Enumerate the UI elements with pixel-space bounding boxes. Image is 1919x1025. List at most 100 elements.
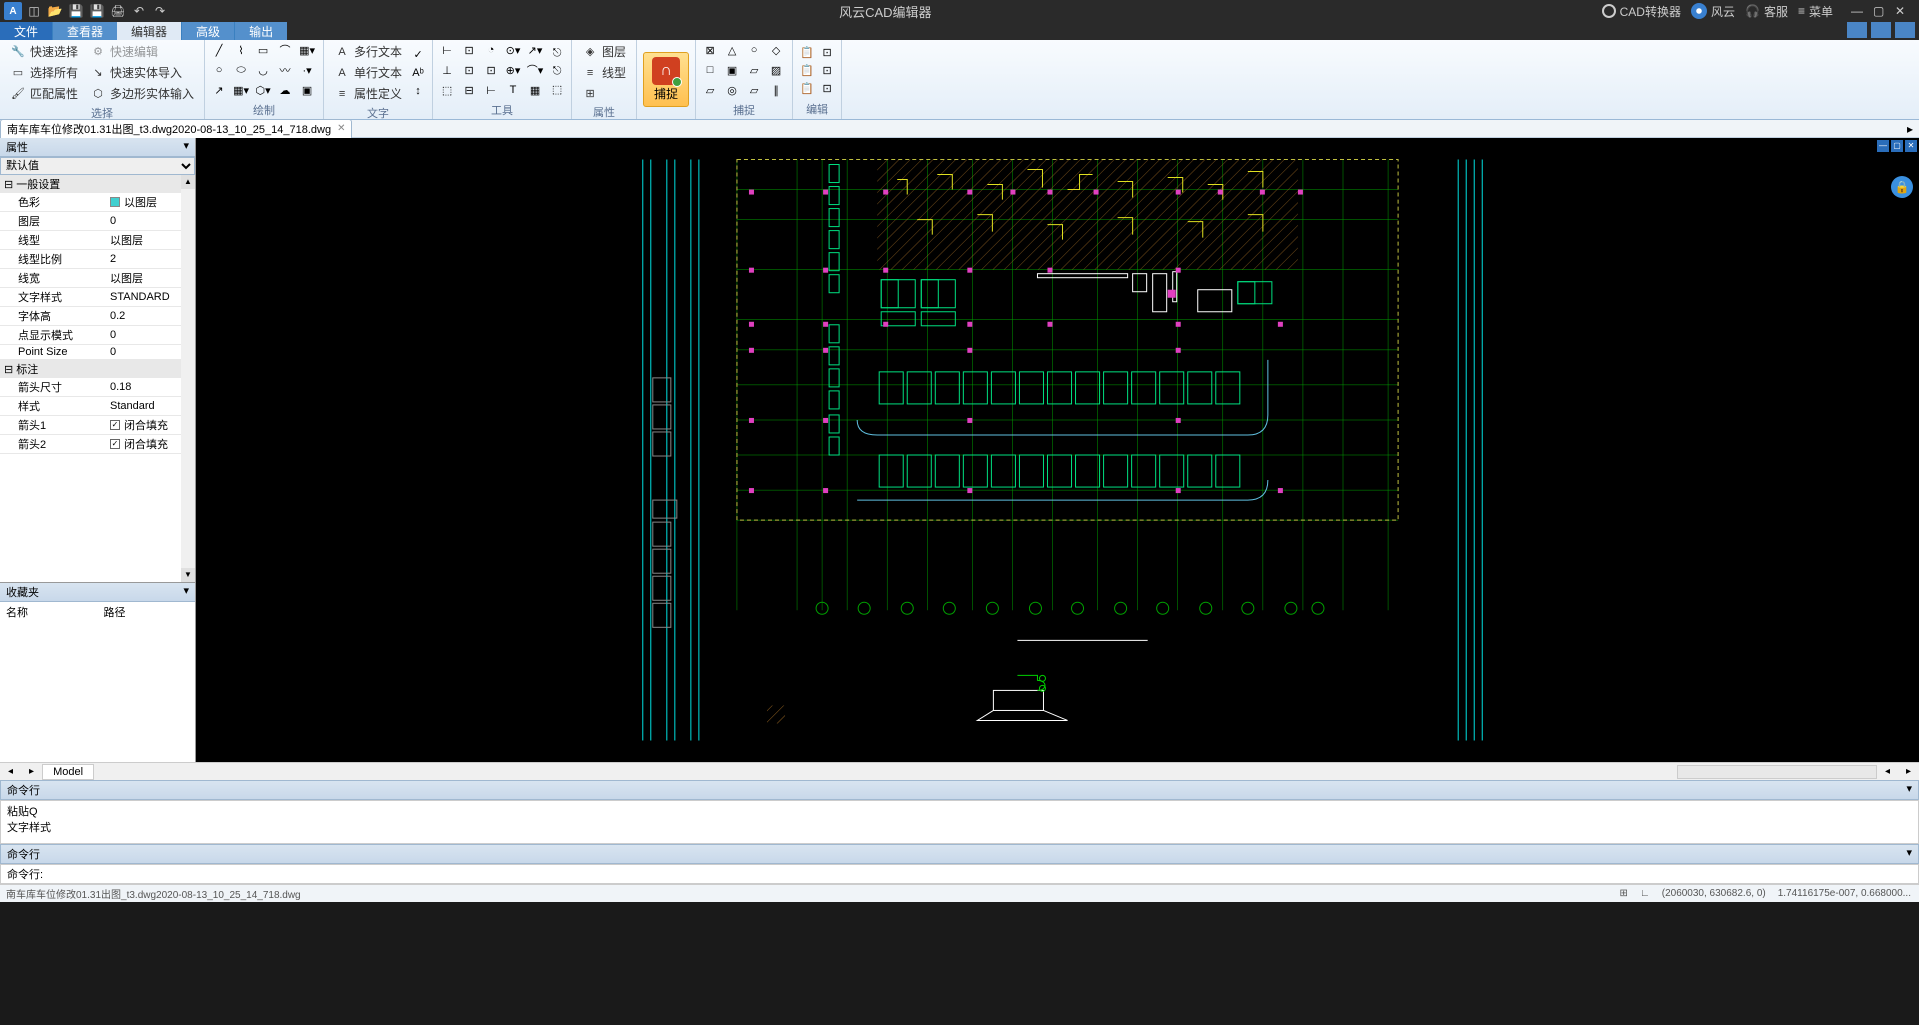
poly-entity-input-button[interactable]: ⬡多边形实体输入 bbox=[86, 84, 198, 103]
dim-linear-icon[interactable]: ⊢ bbox=[439, 42, 455, 58]
undo-icon[interactable]: ↶ bbox=[130, 2, 148, 20]
model-next-icon[interactable]: ▸ bbox=[21, 766, 42, 777]
arc2-icon[interactable]: ◡ bbox=[255, 62, 271, 78]
model-tab[interactable]: Model bbox=[42, 764, 94, 780]
menu-file[interactable]: 文件 bbox=[0, 22, 52, 40]
block-icon[interactable]: ▣ bbox=[299, 82, 315, 98]
prop-linescale-value[interactable]: 2 bbox=[106, 250, 181, 268]
snap-tan-icon[interactable]: ◎ bbox=[724, 82, 740, 98]
mtext-button[interactable]: A多行文本 bbox=[330, 42, 406, 61]
snap-cen-icon[interactable]: ○ bbox=[746, 42, 762, 58]
tool-extra2-icon[interactable]: ⎋ bbox=[549, 63, 565, 79]
snap-button[interactable]: ∩ 捕捉 bbox=[643, 52, 689, 107]
hscroll-left-icon[interactable]: ◂ bbox=[1877, 766, 1898, 777]
linetype-button[interactable]: ≡线型 bbox=[578, 63, 630, 82]
hscroll-right-icon[interactable]: ▸ bbox=[1898, 766, 1919, 777]
command-input[interactable] bbox=[49, 867, 1918, 881]
ray-icon[interactable]: ↗ bbox=[211, 82, 227, 98]
prop-textheight-value[interactable]: 0.2 bbox=[106, 307, 181, 325]
prop-style-value[interactable]: Standard bbox=[106, 397, 181, 415]
doc-close-icon[interactable]: ✕ bbox=[337, 123, 345, 134]
ellipse-icon[interactable]: ⬭ bbox=[233, 62, 249, 78]
select-all-button[interactable]: ▭选择所有 bbox=[6, 63, 82, 82]
dim-angular-icon[interactable]: ◔ bbox=[483, 42, 499, 58]
snap-mid-icon[interactable]: △ bbox=[724, 42, 740, 58]
prop-pointmode-value[interactable]: 0 bbox=[106, 326, 181, 344]
spline-icon[interactable]: 〰 bbox=[277, 62, 293, 78]
arc-icon[interactable]: ⌒ bbox=[277, 42, 293, 58]
menu-output[interactable]: 输出 bbox=[234, 22, 287, 40]
menu-edit[interactable]: 编辑器 bbox=[117, 22, 181, 40]
close-button[interactable]: ✕ bbox=[1895, 4, 1909, 18]
dim-table-icon[interactable]: ▦ bbox=[527, 82, 543, 98]
menubar-opt3[interactable] bbox=[1895, 22, 1915, 38]
document-tab[interactable]: 南车库车位修改01.31出图_t3.dwg2020-08-13_10_25_14… bbox=[0, 119, 352, 139]
dim-cont-icon[interactable]: ⊡ bbox=[461, 62, 477, 78]
match-props-button[interactable]: 🖌匹配属性 bbox=[6, 84, 82, 103]
save-icon[interactable]: 💾 bbox=[67, 2, 85, 20]
status-ortho-icon[interactable]: ∟ bbox=[1640, 888, 1650, 899]
prop-layer-value[interactable]: 0 bbox=[106, 212, 181, 230]
dim-tol-icon[interactable]: ⊟ bbox=[461, 82, 477, 98]
edit-paste-icon[interactable]: 📋 bbox=[799, 63, 815, 79]
stext-button[interactable]: A单行文本 bbox=[330, 63, 406, 82]
dim-aligned-icon[interactable]: ⊡ bbox=[461, 42, 477, 58]
quick-entity-import-button[interactable]: ↘快速实体导入 bbox=[86, 63, 198, 82]
drawing-canvas[interactable]: — ▢ ✕ 🔒 bbox=[196, 138, 1919, 762]
layer-button[interactable]: ◈图层 bbox=[578, 42, 630, 61]
dim-edit-icon[interactable]: ⬚ bbox=[439, 82, 455, 98]
maximize-button[interactable]: ▢ bbox=[1873, 4, 1887, 18]
canvas-close-icon[interactable]: ✕ bbox=[1905, 140, 1917, 152]
menubar-opt2[interactable] bbox=[1871, 22, 1891, 38]
new-icon[interactable]: ◫ bbox=[25, 2, 43, 20]
prop-arrow2-value[interactable]: 闭合填充 bbox=[106, 435, 181, 453]
fav-pin-icon[interactable]: ▾ bbox=[183, 584, 189, 600]
status-grid-icon[interactable]: ⊞ bbox=[1620, 888, 1628, 899]
redo-icon[interactable]: ↷ bbox=[151, 2, 169, 20]
snap-int-icon[interactable]: ▣ bbox=[724, 62, 740, 78]
snap-quad-icon[interactable]: □ bbox=[702, 62, 718, 78]
text-style-icon[interactable]: Aᵇ bbox=[410, 65, 426, 81]
quick-edit-button[interactable]: ⚙快速编辑 bbox=[86, 42, 198, 61]
dim-tsquare-icon[interactable]: T bbox=[505, 82, 521, 98]
line-icon[interactable]: ╱ bbox=[211, 42, 227, 58]
prop-arrow1-value[interactable]: 闭合填充 bbox=[106, 416, 181, 434]
dim-radius-icon[interactable]: ⊙▾ bbox=[505, 42, 521, 58]
horizontal-scrollbar[interactable] bbox=[1677, 765, 1877, 779]
prop-section-general[interactable]: ⊟ 一般设置 bbox=[0, 175, 181, 193]
menu-link[interactable]: ≡菜单 bbox=[1798, 3, 1833, 20]
dim-break-icon[interactable]: ⊢ bbox=[483, 82, 499, 98]
snap-perp-icon[interactable]: ▱ bbox=[702, 82, 718, 98]
properties-scrollbar[interactable]: ▲ ▼ bbox=[181, 175, 195, 582]
tool-extra1-icon[interactable]: ⎋ bbox=[549, 45, 565, 61]
prop-arrowsize-value[interactable]: 0.18 bbox=[106, 378, 181, 396]
prop-pointsize-value[interactable]: 0 bbox=[106, 345, 181, 359]
leader-icon[interactable]: ↗▾ bbox=[527, 42, 543, 58]
dim-base-icon[interactable]: ⊡ bbox=[483, 62, 499, 78]
minimize-button[interactable]: — bbox=[1851, 4, 1865, 18]
tool-extra3-icon[interactable]: ⬚ bbox=[549, 81, 565, 97]
text-check-icon[interactable]: ✓ bbox=[410, 47, 426, 63]
dim-center-icon[interactable]: ⊕▾ bbox=[505, 62, 521, 78]
snap-par-icon[interactable]: ∥ bbox=[768, 82, 784, 98]
cloud-icon[interactable]: ☁ bbox=[277, 82, 293, 98]
prop-lineweight-value[interactable]: 以图层 bbox=[106, 269, 181, 287]
snap-node-icon[interactable]: ◇ bbox=[768, 42, 784, 58]
canvas-min-icon[interactable]: — bbox=[1877, 140, 1889, 152]
hatch-icon[interactable]: ▦▾ bbox=[299, 42, 315, 58]
prop-section-dimension[interactable]: ⊟ 标注 bbox=[0, 360, 181, 378]
open-icon[interactable]: 📂 bbox=[46, 2, 64, 20]
edit-e3-icon[interactable]: ⊡ bbox=[819, 81, 835, 97]
support-link[interactable]: 🎧客服 bbox=[1745, 3, 1788, 20]
lock-badge-icon[interactable]: 🔒 bbox=[1891, 176, 1913, 198]
rect-icon[interactable]: ▭ bbox=[255, 42, 271, 58]
cmd-pin2-icon[interactable]: ▾ bbox=[1906, 846, 1912, 862]
saveas-icon[interactable]: 💾 bbox=[88, 2, 106, 20]
polygon-icon[interactable]: ⬡▾ bbox=[255, 82, 271, 98]
print-icon[interactable]: 🖨 bbox=[109, 2, 127, 20]
fengyun-link[interactable]: 风云 bbox=[1691, 3, 1735, 20]
prop-linetype-value[interactable]: 以图层 bbox=[106, 231, 181, 249]
polyline-icon[interactable]: ⌇ bbox=[233, 42, 249, 58]
menu-advanced[interactable]: 高级 bbox=[181, 22, 234, 40]
layer-extra[interactable]: ⊞ bbox=[578, 84, 630, 102]
